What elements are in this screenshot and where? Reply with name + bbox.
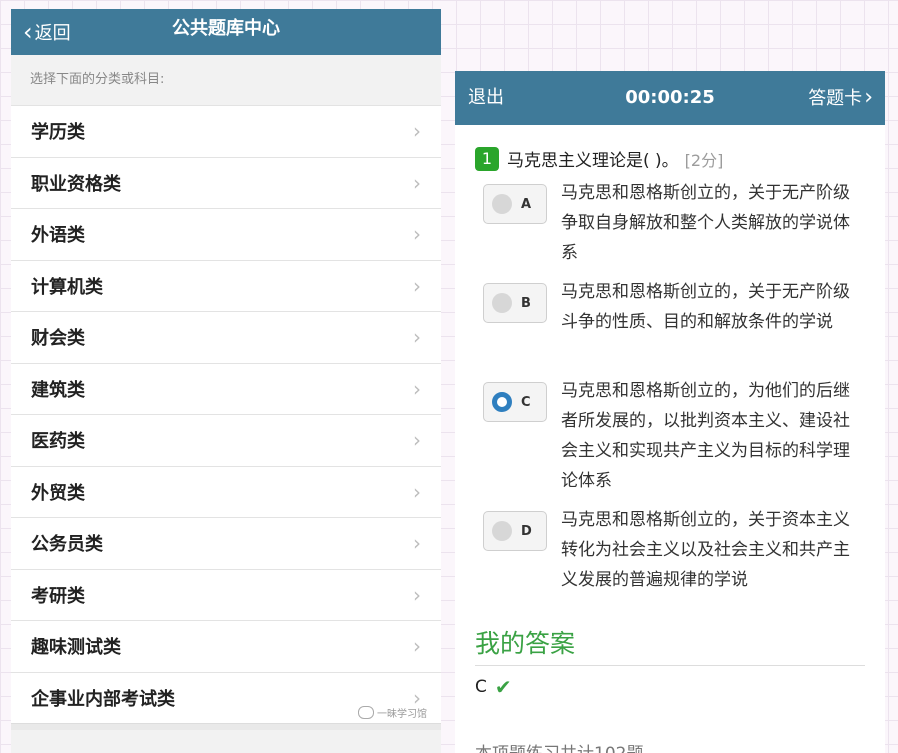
divider: [475, 665, 865, 666]
option-b-button[interactable]: B: [483, 283, 547, 323]
category-item[interactable]: 职业资格类 ›: [11, 156, 441, 209]
category-label: 职业资格类: [31, 173, 121, 195]
category-item[interactable]: 外语类 ›: [11, 208, 441, 260]
category-label: 公务员类: [31, 534, 103, 556]
chevron-right-icon: ›: [413, 428, 421, 453]
answer-card-button[interactable]: 答题卡›: [808, 71, 873, 126]
list-footer-divider: [11, 723, 441, 730]
my-answer-value: C: [475, 677, 487, 697]
radio-icon: [492, 293, 512, 313]
category-hint: 选择下面的分类或科目:: [11, 55, 441, 105]
question-number-badge: 1: [475, 146, 499, 171]
chevron-right-icon: ›: [413, 325, 421, 350]
quiz-top-bar: 退出 00:00:25 答题卡›: [455, 71, 885, 125]
question: 1 马克思主义理论是( )。 [2分]: [475, 146, 723, 171]
category-label: 外语类: [31, 225, 85, 247]
category-item[interactable]: 计算机类 ›: [11, 259, 441, 312]
chevron-right-icon: ›: [413, 273, 421, 298]
option-text: 马克思和恩格斯创立的，为他们的后继者所发展的，以批判资本主义、建设社会主义和实现…: [561, 381, 850, 491]
chevron-right-icon: ›: [413, 634, 421, 659]
option-letter: D: [521, 523, 532, 539]
category-item[interactable]: 外贸类 ›: [11, 465, 441, 518]
option-d[interactable]: D 马克思和恩格斯创立的，关于资本主义转化为社会主义以及社会主义和共产主义发展的…: [483, 510, 873, 595]
category-list: 学历类 › 职业资格类 › 外语类 › 计算机类 › 财会类 › 建筑类 › 医药类 › 外贸…: [11, 105, 441, 723]
category-item[interactable]: 公务员类 ›: [11, 517, 441, 569]
chevron-right-icon: ›: [413, 531, 421, 556]
radio-icon: [492, 194, 512, 214]
wechat-icon: [358, 706, 374, 719]
watermark-text: 一昧学习馆: [377, 709, 427, 720]
option-letter: C: [521, 394, 531, 410]
category-label: 医药类: [31, 431, 85, 453]
quiz-panel: 退出 00:00:25 答题卡› 1 马克思主义理论是( )。 [2分] A 马…: [455, 71, 885, 753]
option-c[interactable]: C 马克思和恩格斯创立的，为他们的后继者所发展的，以批判资本主义、建设社会主义和…: [483, 381, 873, 496]
category-panel: ‹ 返回 公共题库中心 选择下面的分类或科目: 学历类 › 职业资格类 › 外语类 ›…: [11, 9, 441, 753]
category-item[interactable]: 考研类 ›: [11, 568, 441, 621]
chevron-right-icon: ›: [864, 85, 873, 110]
option-text: 马克思和恩格斯创立的，关于无产阶级斗争的性质、目的和解放条件的学说: [561, 282, 850, 332]
option-letter: A: [521, 196, 532, 212]
category-item[interactable]: 学历类 ›: [11, 105, 441, 157]
category-item[interactable]: 建筑类 ›: [11, 362, 441, 415]
category-label: 外贸类: [31, 482, 85, 504]
category-label: 建筑类: [31, 379, 85, 401]
option-a[interactable]: A 马克思和恩格斯创立的，关于无产阶级争取自身解放和整个人类解放的学说体系: [483, 183, 873, 268]
category-label: 趣味测试类: [31, 637, 121, 659]
page-title: 公共题库中心: [172, 18, 280, 39]
radio-icon: [492, 521, 512, 541]
chevron-right-icon: ›: [413, 222, 421, 247]
option-text: 马克思和恩格斯创立的，关于资本主义转化为社会主义以及社会主义和共产主义发展的普遍…: [561, 510, 850, 590]
my-answer-heading: 我的答案: [475, 629, 576, 658]
category-label: 考研类: [31, 585, 85, 607]
chevron-right-icon: ›: [413, 479, 421, 504]
question-text: 马克思主义理论是( )。: [507, 151, 679, 171]
my-answer: C ✔: [475, 675, 512, 699]
option-letter: B: [521, 295, 531, 311]
radio-selected-icon: [492, 392, 512, 412]
top-bar: ‹ 返回 公共题库中心: [11, 9, 441, 55]
option-c-button[interactable]: C: [483, 382, 547, 422]
option-text: 马克思和恩格斯创立的，关于无产阶级争取自身解放和整个人类解放的学说体系: [561, 183, 850, 263]
chevron-right-icon: ›: [413, 119, 421, 144]
practice-summary: 本项题练习共计102题: [475, 739, 643, 753]
answer-card-label: 答题卡: [808, 88, 863, 109]
category-item[interactable]: 财会类 ›: [11, 311, 441, 363]
option-a-button[interactable]: A: [483, 184, 547, 224]
category-label: 计算机类: [31, 276, 103, 298]
category-label: 财会类: [31, 328, 85, 350]
chevron-right-icon: ›: [413, 376, 421, 401]
question-score: [2分]: [684, 150, 724, 170]
checkmark-icon: ✔: [494, 675, 512, 699]
option-b[interactable]: B 马克思和恩格斯创立的，关于无产阶级斗争的性质、目的和解放条件的学说: [483, 282, 873, 337]
category-item[interactable]: 趣味测试类 ›: [11, 620, 441, 672]
option-d-button[interactable]: D: [483, 511, 547, 551]
chevron-right-icon: ›: [413, 582, 421, 607]
category-label: 学历类: [31, 122, 85, 144]
watermark: 一昧学习馆: [358, 705, 427, 720]
category-item[interactable]: 医药类 ›: [11, 414, 441, 466]
chevron-right-icon: ›: [413, 170, 421, 195]
category-label: 企事业内部考试类: [31, 688, 175, 710]
